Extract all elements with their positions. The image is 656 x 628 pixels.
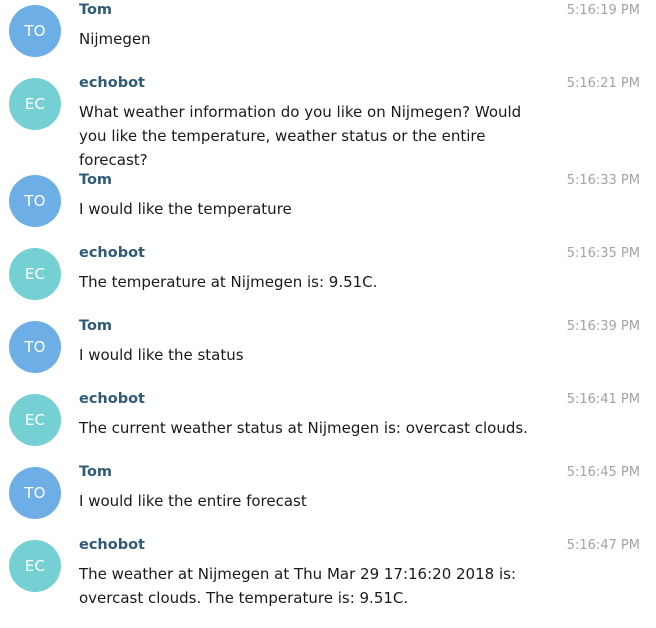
message-text: I would like the entire forecast [79,492,307,510]
avatar[interactable]: TO [9,321,61,373]
message-timestamp: 5:16:41 PM [566,392,640,407]
sender-name[interactable]: echobot [79,389,145,409]
chat-transcript: TO Tom 5:16:19 PM Nijmegen EC echobot 5:… [0,0,656,628]
message-text: The temperature at Nijmegen is: 9.51C. [79,273,378,291]
sender-name[interactable]: echobot [79,73,145,93]
avatar[interactable]: TO [9,5,61,57]
avatar[interactable]: EC [9,394,61,446]
sender-name[interactable]: echobot [79,243,145,263]
chat-message: EC echobot 5:16:47 PM The weather at Nij… [0,535,656,610]
message-timestamp: 5:16:45 PM [566,465,640,480]
avatar[interactable]: EC [9,540,61,592]
message-timestamp: 5:16:39 PM [566,319,640,334]
message-timestamp: 5:16:33 PM [566,173,640,188]
message-text: I would like the temperature [79,200,292,218]
sender-name[interactable]: Tom [79,316,112,336]
message-text: The weather at Nijmegen at Thu Mar 29 17… [79,565,516,607]
chat-message: TO Tom 5:16:19 PM Nijmegen [0,0,656,57]
avatar[interactable]: EC [9,248,61,300]
message-text: I would like the status [79,346,244,364]
message-timestamp: 5:16:19 PM [566,3,640,18]
avatar[interactable]: EC [9,78,61,130]
avatar[interactable]: TO [9,175,61,227]
chat-message: TO Tom 5:16:39 PM I would like the statu… [0,316,656,373]
avatar[interactable]: TO [9,467,61,519]
sender-name[interactable]: Tom [79,170,112,190]
message-text: What weather information do you like on … [79,103,522,169]
chat-message: TO Tom 5:16:45 PM I would like the entir… [0,462,656,519]
sender-name[interactable]: echobot [79,535,145,555]
chat-message: EC echobot 5:16:35 PM The temperature at… [0,243,656,300]
message-text: Nijmegen [79,30,151,48]
message-timestamp: 5:16:47 PM [566,538,640,553]
message-text: The current weather status at Nijmegen i… [79,419,528,437]
chat-message: EC echobot 5:16:21 PM What weather infor… [0,73,656,172]
chat-message: EC echobot 5:16:41 PM The current weathe… [0,389,656,446]
message-timestamp: 5:16:35 PM [566,246,640,261]
chat-message: TO Tom 5:16:33 PM I would like the tempe… [0,170,656,227]
sender-name[interactable]: Tom [79,462,112,482]
message-timestamp: 5:16:21 PM [566,76,640,91]
sender-name[interactable]: Tom [79,0,112,20]
